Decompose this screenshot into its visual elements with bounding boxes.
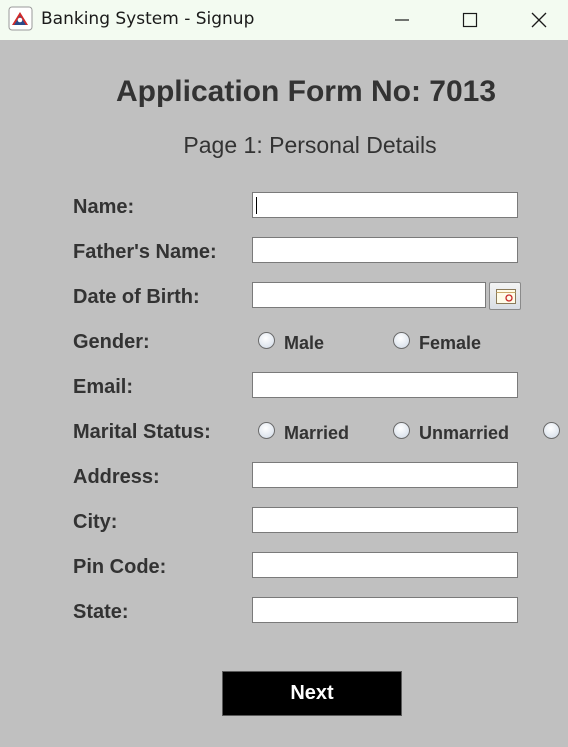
- name-label: Name:: [73, 196, 135, 218]
- pin-code-label: Pin Code:: [73, 556, 167, 578]
- city-label: City:: [73, 511, 118, 533]
- address-label: Address:: [73, 466, 160, 488]
- marital-unmarried-radio[interactable]: [393, 422, 410, 439]
- date-picker-button[interactable]: [489, 282, 521, 310]
- gender-label: Gender:: [73, 331, 150, 353]
- next-button[interactable]: Next: [222, 671, 402, 716]
- minimize-button[interactable]: [368, 0, 436, 40]
- dob-label: Date of Birth:: [73, 286, 200, 308]
- calendar-icon: [496, 289, 516, 304]
- marital-married-label: Married: [284, 423, 350, 443]
- dob-input[interactable]: [252, 282, 486, 308]
- city-input[interactable]: [252, 507, 518, 533]
- gender-male-radio[interactable]: [258, 332, 275, 349]
- window-title: Banking System - Signup: [41, 9, 255, 29]
- email-input[interactable]: [252, 372, 518, 398]
- gender-male-label: Male: [284, 333, 325, 353]
- maximize-button[interactable]: [436, 0, 504, 40]
- minimize-icon: [395, 19, 409, 21]
- form-heading: Application Form No: 7013: [115, 75, 497, 108]
- maximize-icon: [462, 12, 478, 28]
- address-input[interactable]: [252, 462, 518, 488]
- marital-other-radio[interactable]: [543, 422, 560, 439]
- state-label: State:: [73, 601, 129, 623]
- state-input[interactable]: [252, 597, 518, 623]
- close-button[interactable]: [505, 0, 568, 40]
- text-caret: [256, 197, 257, 214]
- email-label: Email:: [73, 376, 134, 398]
- father-name-label: Father's Name:: [73, 241, 217, 263]
- gender-female-label: Female: [419, 333, 482, 353]
- name-input[interactable]: [252, 192, 518, 218]
- close-icon: [531, 12, 547, 28]
- gender-female-radio[interactable]: [393, 332, 410, 349]
- father-name-input[interactable]: [252, 237, 518, 263]
- java-app-icon: [8, 6, 33, 31]
- marital-status-label: Marital Status:: [73, 421, 211, 443]
- marital-unmarried-label: Unmarried: [419, 423, 510, 443]
- page-subheading: Page 1: Personal Details: [183, 132, 437, 158]
- marital-married-radio[interactable]: [258, 422, 275, 439]
- pin-code-input[interactable]: [252, 552, 518, 578]
- window-titlebar: Banking System - Signup: [0, 0, 568, 40]
